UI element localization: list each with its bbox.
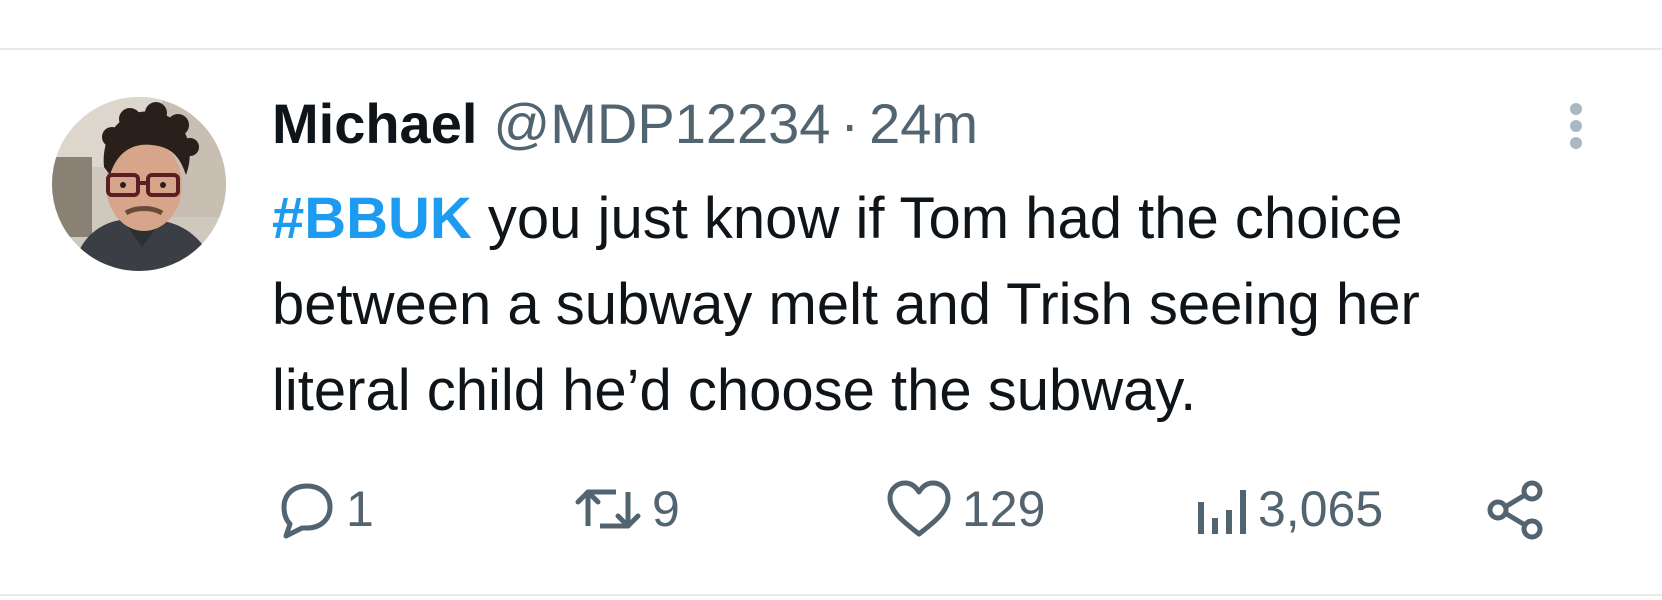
- repost-button[interactable]: 9: [572, 474, 680, 544]
- more-vertical-icon[interactable]: [1556, 100, 1596, 166]
- top-divider: [0, 48, 1662, 50]
- share-button[interactable]: [1484, 474, 1548, 544]
- heart-icon: [887, 480, 951, 537]
- repost-count: 9: [652, 481, 680, 537]
- tweet-page: Michael @MDP12234 · 24m #BBUK you just k…: [0, 0, 1662, 600]
- tweet-text-segment: you just know if Tom had the choice: [471, 186, 1403, 251]
- separator-dot: ·: [840, 92, 860, 155]
- tweet-text: #BBUK you just know if Tom had the choic…: [272, 176, 1602, 434]
- like-button[interactable]: 129: [884, 474, 1045, 544]
- views-icon: [1198, 490, 1246, 534]
- repost-icon: [575, 489, 641, 529]
- reply-button[interactable]: 1: [274, 474, 374, 544]
- timestamp[interactable]: 24m: [869, 88, 978, 160]
- views-count: 3,065: [1258, 481, 1384, 537]
- share-icon: [1487, 480, 1543, 540]
- reply-count: 1: [346, 481, 374, 537]
- reply-icon: [281, 483, 333, 539]
- hashtag-link[interactable]: #BBUK: [272, 186, 472, 251]
- avatar-image: [52, 97, 226, 271]
- tweet-text-line-3: literal child he’d choose the subway.: [272, 358, 1197, 423]
- tweet-text-line-2: between a subway melt and Trish seeing h…: [272, 272, 1420, 337]
- tweet-text-line-1: #BBUK you just know if Tom had the choic…: [272, 176, 1602, 262]
- author-name[interactable]: Michael: [272, 88, 477, 160]
- like-count: 129: [962, 481, 1046, 537]
- author-handle[interactable]: @MDP12234: [493, 88, 830, 160]
- views-button[interactable]: 3,065: [1190, 474, 1383, 544]
- avatar[interactable]: [52, 97, 226, 271]
- tweet-header: Michael @MDP12234 · 24m: [272, 88, 978, 160]
- bottom-divider: [0, 594, 1662, 596]
